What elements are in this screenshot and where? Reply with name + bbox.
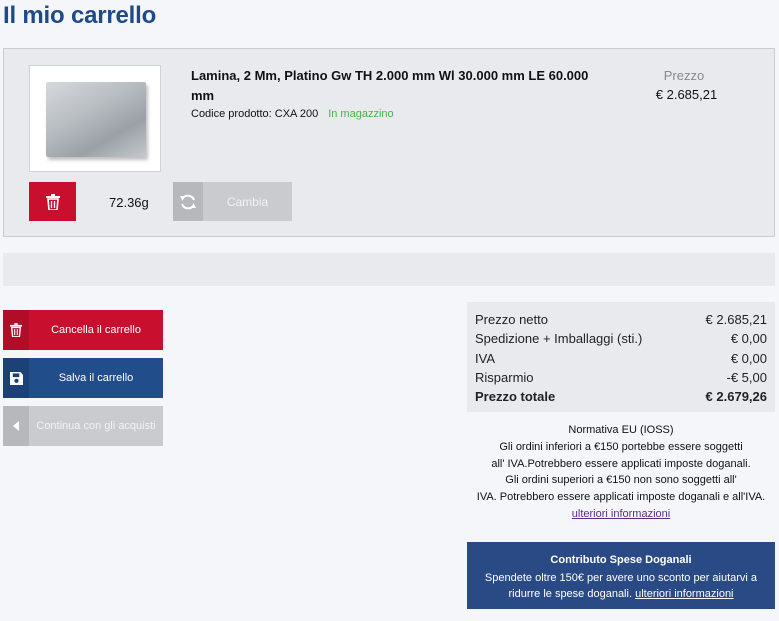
refresh-icon-box — [173, 182, 203, 221]
customs-promo-banner: Contributo Spese Doganali Spendete oltre… — [467, 542, 775, 609]
notice-line: Gli ordini inferiori a €150 portebbe ess… — [499, 440, 743, 453]
item-weight: 72.36g — [109, 195, 149, 210]
notice-more-info-link[interactable]: ulteriori informazioni — [572, 508, 670, 520]
summary-row-shipping: Spedizione + Imballaggi (sti.) € 0,00 — [475, 329, 767, 348]
notice-line: all' IVA.Potrebbero essere applicati imp… — [491, 457, 751, 470]
notice-title: Normativa EU (IOSS) — [568, 424, 674, 436]
clear-cart-label: Cancella il carrello — [51, 324, 141, 336]
summary-label: Spedizione + Imballaggi (sti.) — [475, 331, 643, 347]
order-summary: Prezzo netto € 2.685,21 Spedizione + Imb… — [467, 302, 775, 412]
ioss-notice: Normativa EU (IOSS) Gli ordini inferiori… — [467, 422, 775, 523]
clear-cart-button[interactable]: Cancella il carrello — [3, 310, 163, 350]
product-name[interactable]: Lamina, 2 Mm, Platino Gw TH 2.000 mm Wl … — [191, 66, 611, 106]
platinum-sheet-image — [46, 82, 146, 157]
summary-label: Prezzo netto — [475, 312, 548, 327]
cart-item: Lamina, 2 Mm, Platino Gw TH 2.000 mm Wl … — [3, 48, 775, 237]
save-cart-label: Salva il carrello — [58, 372, 134, 384]
caret-icon-box — [3, 406, 29, 446]
notice-line: IVA. Potrebbero essere applicati imposte… — [476, 491, 766, 504]
summary-label: IVA — [475, 350, 495, 366]
promo-title: Contributo Spese Doganali — [550, 554, 692, 566]
save-cart-button[interactable]: Salva il carrello — [3, 358, 163, 398]
continue-shopping-button[interactable]: Continua con gli acquisti — [3, 406, 163, 446]
trash-icon — [45, 193, 60, 210]
change-quantity-button[interactable]: Cambia — [173, 182, 292, 221]
trash-icon — [10, 323, 22, 337]
summary-row-net: Prezzo netto € 2.685,21 — [475, 310, 767, 329]
divider-strip — [3, 253, 775, 286]
price-label: Prezzo — [663, 68, 705, 83]
trash-icon-box — [3, 310, 29, 350]
notice-line: Gli ordini superiori a €150 non sono sog… — [505, 474, 737, 487]
summary-row-savings: Risparmio -€ 5,00 — [475, 368, 767, 387]
promo-more-info-link[interactable]: ulteriori informazioni — [635, 588, 733, 600]
change-label: Cambia — [226, 194, 269, 209]
page-title: Il mio carrello — [3, 2, 157, 29]
summary-value: € 2.679,26 — [705, 389, 767, 405]
floppy-icon-box — [3, 358, 29, 398]
floppy-disk-icon — [9, 371, 23, 385]
summary-label: Risparmio — [475, 369, 534, 385]
summary-value: € 2.685,21 — [705, 312, 767, 327]
continue-shopping-label: Continua con gli acquisti — [36, 420, 156, 432]
summary-value: € 0,00 — [730, 331, 767, 347]
delete-item-button[interactable] — [29, 182, 76, 221]
item-price: € 2.685,21 — [655, 87, 718, 102]
summary-row-total: Prezzo totale € 2.679,26 — [475, 387, 767, 406]
summary-value: € 0,00 — [730, 350, 767, 366]
refresh-icon — [180, 194, 196, 209]
caret-left-icon — [13, 421, 19, 431]
summary-row-vat: IVA € 0,00 — [475, 349, 767, 368]
promo-text-block: Spendete oltre 150€ per avere uno sconto… — [467, 570, 775, 602]
product-meta: Codice prodotto: CXA 200 In magazzino — [191, 108, 394, 120]
stock-status: In magazzino — [328, 108, 394, 120]
product-image[interactable] — [29, 65, 161, 172]
summary-value: -€ 5,00 — [726, 369, 767, 385]
summary-label: Prezzo totale — [475, 389, 556, 405]
product-code: Codice prodotto: CXA 200 — [191, 108, 319, 120]
